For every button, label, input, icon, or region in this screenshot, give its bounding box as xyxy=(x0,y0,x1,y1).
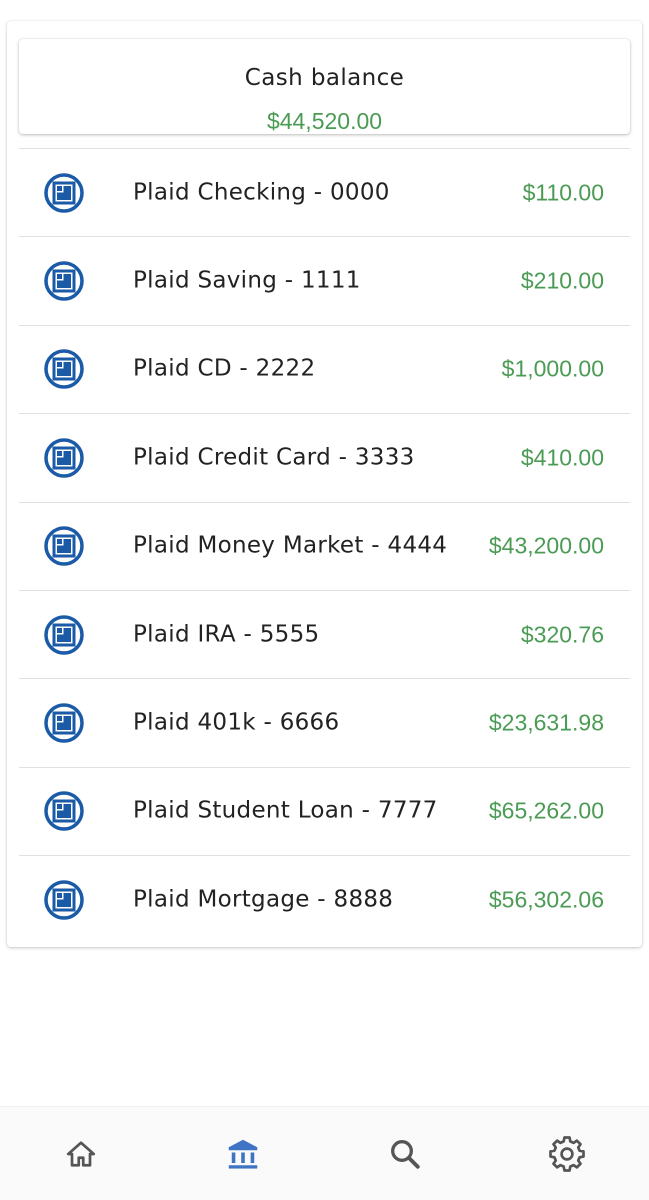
accounts-screen: Cash balance $44,520.00 Plaid Checking -… xyxy=(0,0,649,1200)
account-amount: $1,000.00 xyxy=(501,355,604,382)
gear-icon xyxy=(549,1136,585,1172)
home-icon xyxy=(66,1141,96,1167)
account-row[interactable]: Plaid Mortgage - 8888 $56,302.06 xyxy=(19,855,630,943)
account-name: Plaid Money Market - 4444 xyxy=(133,532,448,559)
account-name: Plaid IRA - 5555 xyxy=(133,621,320,648)
account-amount: $410.00 xyxy=(520,444,604,471)
bank-logo-icon xyxy=(44,791,84,832)
account-row[interactable]: Plaid Student Loan - 7777 $65,262.00 xyxy=(19,766,630,855)
search-icon xyxy=(391,1140,420,1169)
bank-logo-icon xyxy=(44,614,84,655)
nav-accounts[interactable] xyxy=(162,1107,324,1200)
account-row[interactable]: Plaid CD - 2222 $1,000.00 xyxy=(19,324,630,413)
account-row[interactable]: Plaid Money Market - 4444 $43,200.00 xyxy=(19,501,630,590)
account-amount: $110.00 xyxy=(522,179,604,206)
bank-logo-icon xyxy=(44,880,84,920)
bank-logo-icon xyxy=(44,703,84,743)
cash-balance-amount: $44,520.00 xyxy=(266,108,383,134)
bank-icon xyxy=(228,1139,258,1169)
account-name: Plaid 401k - 6666 xyxy=(133,709,340,736)
account-list: Plaid Checking - 0000 $110.00 Plaid Savi… xyxy=(19,148,630,944)
account-row[interactable]: Plaid Credit Card - 3333 $410.00 xyxy=(19,413,630,501)
account-name: Plaid Student Loan - 7777 xyxy=(133,797,438,824)
account-amount: $43,200.00 xyxy=(488,532,604,559)
account-name: Plaid Mortgage - 8888 xyxy=(133,886,394,913)
account-amount: $23,631.98 xyxy=(488,709,604,736)
accounts-card: Cash balance $44,520.00 Plaid Checking -… xyxy=(7,21,642,947)
account-amount: $320.76 xyxy=(520,621,604,648)
account-amount: $65,262.00 xyxy=(488,797,604,824)
account-row[interactable]: Plaid Checking - 0000 $110.00 xyxy=(19,148,630,236)
bank-logo-icon xyxy=(44,261,84,301)
account-name: Plaid Credit Card - 3333 xyxy=(133,444,415,471)
cash-balance-card[interactable]: Cash balance $44,520.00 xyxy=(19,39,630,134)
bank-logo-icon xyxy=(44,438,84,478)
bottom-navigation xyxy=(0,1106,649,1200)
bank-logo-icon xyxy=(44,172,84,213)
nav-settings[interactable] xyxy=(486,1107,648,1200)
bank-logo-icon xyxy=(44,349,84,390)
nav-search[interactable] xyxy=(324,1107,486,1200)
nav-home[interactable] xyxy=(0,1107,162,1200)
account-name: Plaid Checking - 0000 xyxy=(133,179,390,206)
account-row[interactable]: Plaid 401k - 6666 $23,631.98 xyxy=(19,678,630,766)
account-row[interactable]: Plaid IRA - 5555 $320.76 xyxy=(19,589,630,678)
account-amount: $210.00 xyxy=(520,267,604,294)
bank-logo-icon xyxy=(44,526,84,566)
account-amount: $56,302.06 xyxy=(488,886,604,913)
cash-balance-title: Cash balance xyxy=(244,65,405,91)
account-name: Plaid Saving - 1111 xyxy=(133,267,361,294)
account-name: Plaid CD - 2222 xyxy=(133,355,316,382)
account-row[interactable]: Plaid Saving - 1111 $210.00 xyxy=(19,236,630,324)
